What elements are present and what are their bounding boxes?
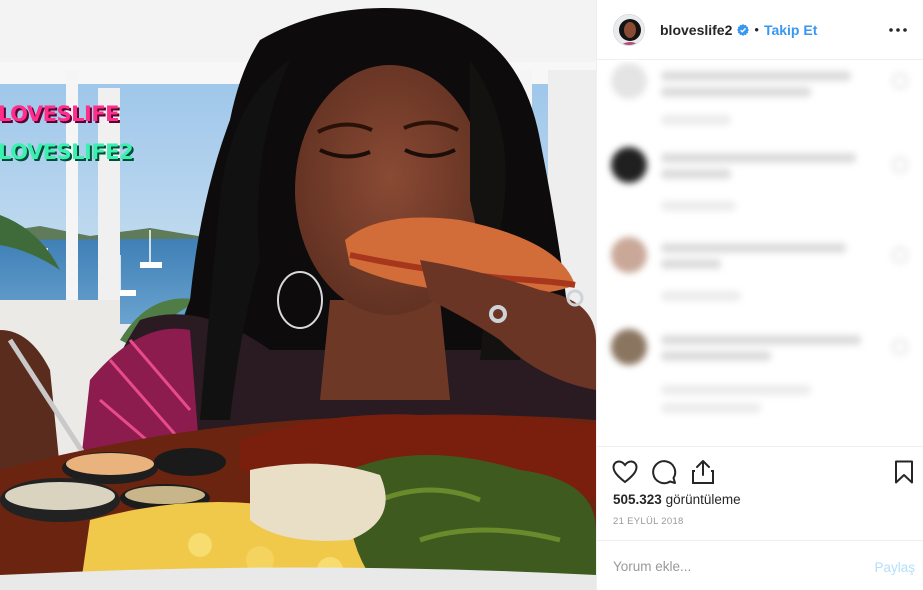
comment-text-line: [661, 335, 861, 345]
list-item: [597, 63, 923, 153]
comment-avatar: [611, 329, 647, 365]
comment-avatar: [611, 63, 647, 99]
comment-input[interactable]: [613, 551, 853, 581]
separator-dot: •: [754, 22, 759, 37]
more-options-icon: [889, 27, 907, 32]
follow-button[interactable]: Takip Et: [764, 22, 817, 38]
comment-meta-line: [661, 403, 761, 413]
comment-meta-line: [661, 115, 731, 125]
comment-like-icon[interactable]: [892, 247, 908, 263]
heart-icon: [612, 460, 638, 484]
video-overlay-handle-2: LOVESLIFE2: [0, 140, 134, 164]
username-link[interactable]: bloveslife2: [660, 22, 732, 38]
view-count-label: görüntüleme: [661, 492, 741, 507]
comment-avatar: [611, 147, 647, 183]
more-options-button[interactable]: [887, 19, 909, 41]
save-button[interactable]: [890, 458, 918, 486]
comment-text-line: [661, 243, 846, 253]
post-comment-button[interactable]: Paylaş: [874, 560, 915, 575]
video-frame: [0, 0, 596, 590]
comment-text-line: [661, 259, 721, 269]
comment-like-icon[interactable]: [892, 339, 908, 355]
verified-badge-icon: [737, 23, 750, 36]
view-count[interactable]: 505.323 görüntüleme: [613, 492, 741, 507]
comment-text-line: [661, 351, 771, 361]
like-button[interactable]: [611, 458, 639, 486]
comment-button[interactable]: [650, 458, 678, 486]
comment-text-line: [661, 71, 851, 81]
comment-like-icon[interactable]: [892, 157, 908, 173]
comment-text-line: [661, 87, 811, 97]
comment-meta-line: [661, 385, 811, 395]
comment-text-line: [661, 153, 856, 163]
comment-like-icon[interactable]: [892, 73, 908, 89]
action-bar: [597, 446, 923, 496]
list-item: [597, 237, 923, 327]
comment-avatar: [611, 237, 647, 273]
comments-list[interactable]: [597, 61, 923, 446]
avatar-image: [614, 14, 644, 45]
comment-meta-line: [661, 291, 741, 301]
list-item: [597, 147, 923, 237]
add-comment-form: Paylaş: [597, 540, 923, 590]
avatar[interactable]: [613, 13, 645, 46]
post-date[interactable]: 21 EYLÜL 2018: [613, 516, 684, 527]
comment-meta-line: [661, 201, 736, 211]
share-button[interactable]: [689, 458, 717, 486]
bookmark-icon: [895, 460, 913, 484]
post-video[interactable]: LOVESLIFE LOVESLIFE2: [0, 0, 596, 590]
comment-icon: [652, 460, 677, 485]
post-sidebar: bloveslife2 • Takip Et 505.323 görüntüle…: [596, 0, 923, 590]
view-count-number: 505.323: [613, 492, 662, 507]
list-item: [597, 329, 923, 419]
video-overlay-handle-1: LOVESLIFE: [0, 102, 120, 126]
comment-text-line: [661, 169, 731, 179]
share-icon: [692, 460, 714, 484]
post-header: bloveslife2 • Takip Et: [597, 0, 923, 60]
